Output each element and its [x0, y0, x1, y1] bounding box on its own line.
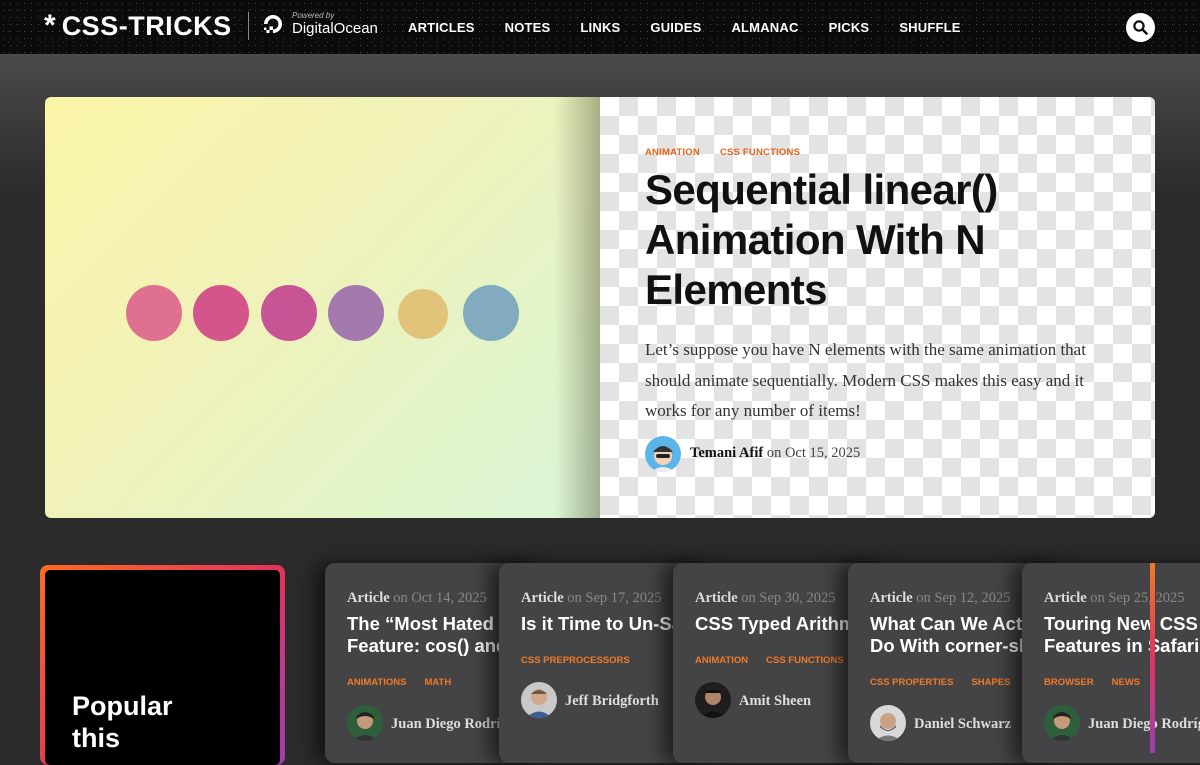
- animation-dot: [126, 285, 182, 341]
- search-button[interactable]: [1126, 13, 1155, 42]
- powered-by-label: Powered by: [292, 11, 335, 20]
- card-date: on Sep 12, 2025: [916, 590, 1011, 606]
- card-title-line1: Touring New CSS: [1044, 613, 1198, 634]
- avatar-illustration: [651, 446, 675, 472]
- card-date: on Sep 17, 2025: [567, 590, 662, 606]
- card-type: Article: [695, 590, 738, 606]
- card-meta: Article on Sep 12, 2025: [870, 590, 1011, 607]
- site-logo[interactable]: * CSS-TRICKS: [44, 9, 232, 42]
- author-avatar[interactable]: [1044, 705, 1080, 741]
- tag-math[interactable]: MATH: [424, 677, 451, 688]
- article-card[interactable]: Article on Sep 25, 2025 Touring New CSS F…: [1022, 563, 1200, 763]
- publish-date: on Oct 15, 2025: [766, 445, 861, 461]
- avatar-photo: [700, 689, 726, 718]
- hero-art-shadow: [555, 97, 600, 518]
- hero-excerpt: Let’s suppose you have N elements with t…: [645, 340, 1086, 420]
- tag-browser[interactable]: BROWSER: [1044, 677, 1094, 688]
- card-meta: Article on Sep 25, 2025: [1044, 590, 1185, 607]
- card-meta: Article on Oct 14, 2025: [347, 590, 487, 607]
- tag-css-functions[interactable]: CSS FUNCTIONS: [720, 147, 800, 158]
- popular-panel: Popular this: [40, 565, 285, 765]
- card-title-line2: Feature: cos() and: [347, 635, 508, 656]
- card-author[interactable]: Amit Sheen: [739, 693, 811, 710]
- animation-dot: [398, 289, 448, 339]
- card-meta: Article on Sep 17, 2025: [521, 590, 662, 607]
- nav-shuffle[interactable]: SHUFFLE: [899, 20, 960, 35]
- avatar-photo: [1049, 712, 1075, 741]
- hero-title[interactable]: Sequential linear() Animation With N Ele…: [645, 165, 1085, 315]
- card-author[interactable]: Juan Diego Rodríguez: [1088, 716, 1200, 733]
- author-avatar[interactable]: [695, 682, 731, 718]
- site-header: * CSS-TRICKS Powered by DigitalOcean ART…: [0, 0, 1200, 54]
- nav-picks[interactable]: PICKS: [829, 20, 870, 35]
- card-tags: ANIMATIONS MATH: [347, 677, 469, 688]
- tag-animation[interactable]: ANIMATION: [695, 655, 748, 666]
- avatar-photo: [526, 689, 552, 718]
- main-nav: ARTICLES NOTES LINKS GUIDES ALMANAC PICK…: [408, 20, 991, 35]
- author-avatar[interactable]: [521, 682, 557, 718]
- avatar-photo: [875, 713, 901, 741]
- featured-article[interactable]: ANIMATION CSS FUNCTIONS Sequential linea…: [45, 97, 1155, 518]
- nav-guides[interactable]: GUIDES: [650, 20, 701, 35]
- card-tags: CSS PREPROCESSORS: [521, 655, 648, 666]
- card-author[interactable]: Jeff Bridgforth: [565, 693, 659, 710]
- tag-animations[interactable]: ANIMATIONS: [347, 677, 406, 688]
- card-date: on Sep 25, 2025: [1090, 590, 1185, 606]
- author-avatar[interactable]: [645, 436, 681, 472]
- card-title-line2: Features in Safari: [1044, 635, 1200, 656]
- card-type: Article: [347, 590, 390, 606]
- author-avatar[interactable]: [347, 705, 383, 741]
- card-type: Article: [521, 590, 564, 606]
- asterisk-icon: *: [44, 9, 56, 42]
- card-author[interactable]: Daniel Schwarz: [914, 716, 1011, 733]
- nav-notes[interactable]: NOTES: [505, 20, 551, 35]
- animation-dot: [261, 285, 317, 341]
- header-divider: [248, 12, 249, 40]
- site-name: CSS-TRICKS: [61, 11, 232, 41]
- digitalocean-icon[interactable]: [261, 12, 285, 36]
- tag-css-properties[interactable]: CSS PROPERTIES: [870, 677, 953, 688]
- card-type: Article: [1044, 590, 1087, 606]
- card-tags: BROWSER NEWS: [1044, 677, 1158, 688]
- tag-shapes[interactable]: SHAPES: [971, 677, 1010, 688]
- animation-dot: [193, 285, 249, 341]
- nav-articles[interactable]: ARTICLES: [408, 20, 475, 35]
- nav-links[interactable]: LINKS: [580, 20, 620, 35]
- author-name[interactable]: Temani Afif: [690, 445, 763, 461]
- animation-dot: [463, 285, 519, 341]
- card-date: on Oct 14, 2025: [393, 590, 487, 606]
- tag-css-functions[interactable]: CSS FUNCTIONS: [766, 655, 844, 666]
- author-avatar[interactable]: [870, 705, 906, 741]
- card-date: on Sep 30, 2025: [741, 590, 836, 606]
- popular-title-line1: Popular: [72, 691, 173, 721]
- card-title-line1: The “Most Hated: [347, 613, 494, 634]
- search-icon: [1133, 20, 1148, 35]
- card-tags: ANIMATION CSS FUNCTIONS: [695, 655, 862, 666]
- carousel-edge-accent: [1150, 563, 1155, 753]
- hero-tags: ANIMATION CSS FUNCTIONS: [645, 147, 820, 158]
- card-meta: Article on Sep 30, 2025: [695, 590, 836, 607]
- card-type: Article: [870, 590, 913, 606]
- hero-illustration: [45, 97, 600, 518]
- popular-panel-inner: Popular this: [45, 570, 280, 765]
- hero-byline: Temani Afif on Oct 15, 2025: [690, 445, 860, 462]
- tag-css-preprocessors[interactable]: CSS PREPROCESSORS: [521, 655, 630, 666]
- tag-animation[interactable]: ANIMATION: [645, 147, 700, 158]
- card-tags: CSS PROPERTIES SHAPES: [870, 677, 1029, 688]
- popular-title-line2: this: [72, 723, 121, 753]
- tag-news[interactable]: NEWS: [1112, 677, 1141, 688]
- card-title[interactable]: Touring New CSS Features in Safari: [1044, 613, 1200, 657]
- nav-almanac[interactable]: ALMANAC: [731, 20, 798, 35]
- sponsor-name[interactable]: DigitalOcean: [292, 20, 378, 37]
- animation-dot: [328, 285, 384, 341]
- avatar-photo: [352, 712, 378, 741]
- popular-title: Popular this: [72, 690, 173, 754]
